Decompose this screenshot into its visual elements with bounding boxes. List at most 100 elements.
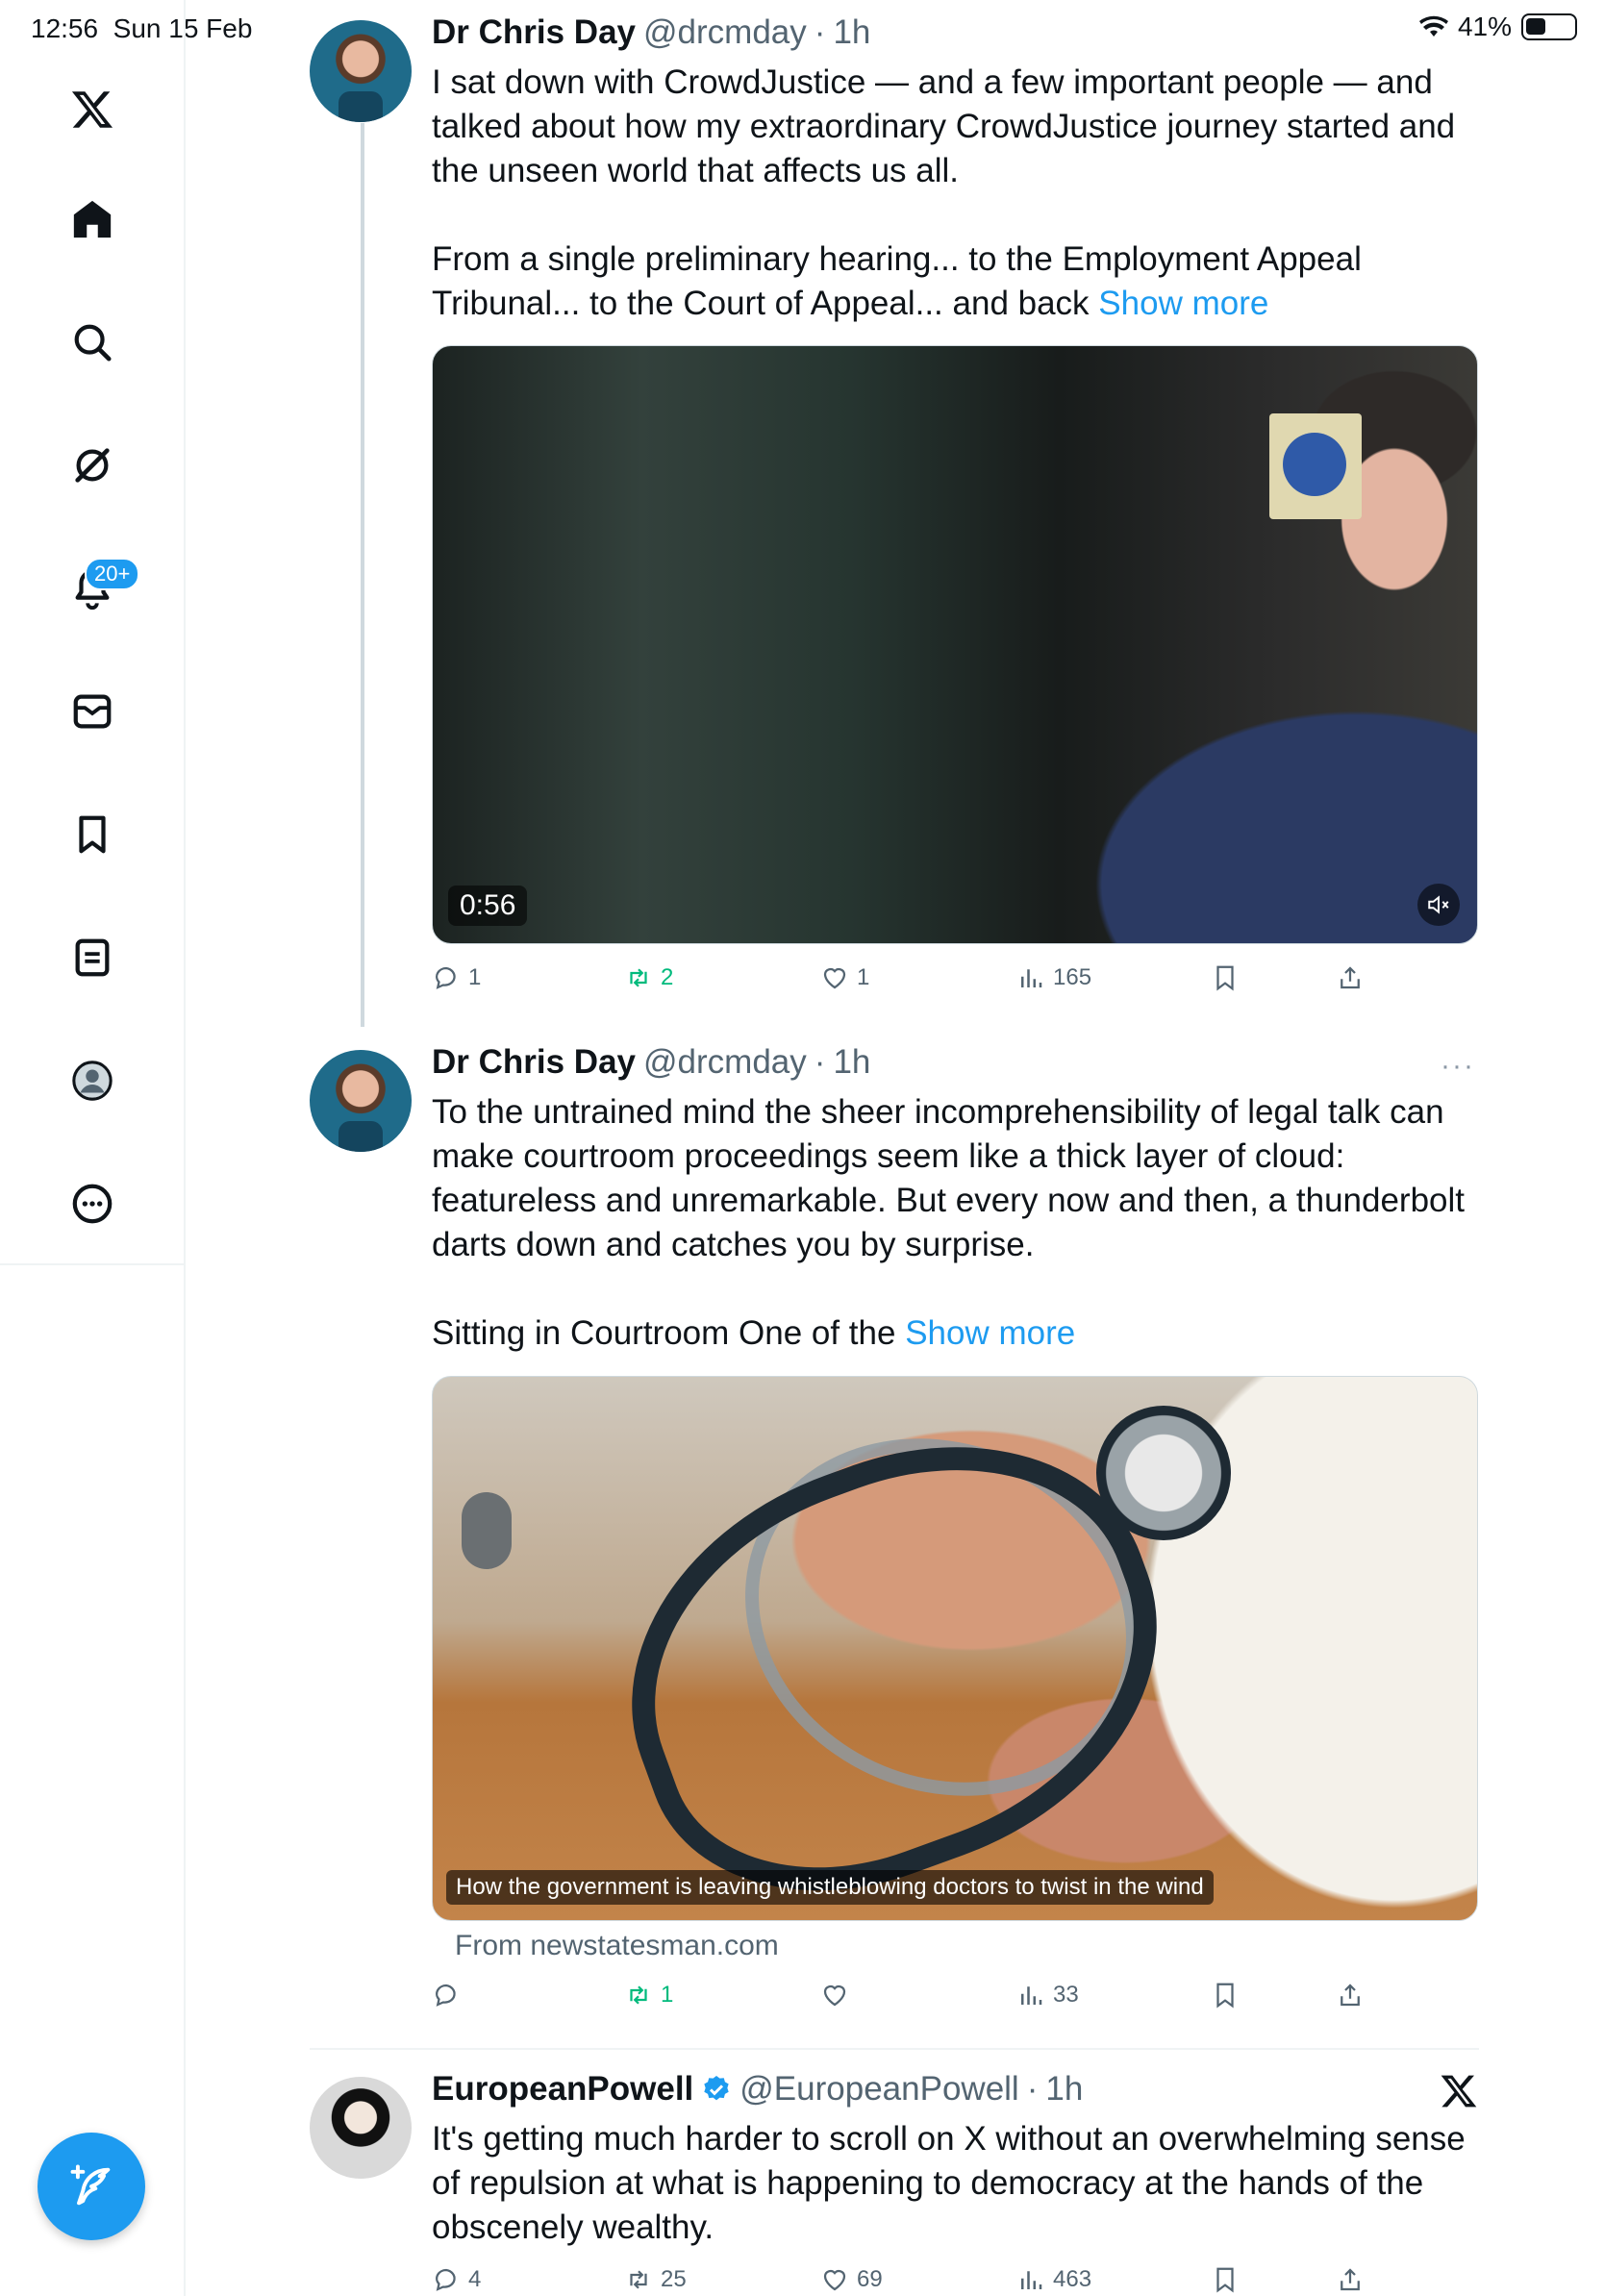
reply-icon <box>436 1984 456 2007</box>
tweet-time[interactable]: 1h <box>833 13 870 52</box>
repost-count: 2 <box>661 964 674 990</box>
views-button[interactable]: 165 <box>1016 963 1091 992</box>
repost-icon <box>630 2270 647 2289</box>
home-icon[interactable] <box>63 190 121 248</box>
text-line: talked about how my extraordinary CrowdJ… <box>432 108 1456 145</box>
separator: · <box>814 13 826 51</box>
author-name[interactable]: EuropeanPowell <box>432 2070 693 2109</box>
bookmark-button[interactable] <box>1211 963 1240 992</box>
video-frame-sign <box>1269 413 1362 519</box>
text-line: I sat down with CrowdJustice — and a few… <box>432 63 1433 101</box>
repost-count: 1 <box>661 1982 674 2008</box>
search-icon[interactable] <box>63 313 121 371</box>
more-icon[interactable] <box>63 1175 121 1233</box>
share-icon <box>1341 1984 1360 2007</box>
text-line: the unseen world that affects us all. <box>432 152 960 189</box>
views-button[interactable]: 33 <box>1016 1981 1079 2009</box>
link-card-title: How the government is leaving whistleblo… <box>446 1870 1214 1905</box>
reply-button[interactable] <box>432 1981 468 2009</box>
text-line: Tribunal... to the Court of Appeal... an… <box>432 285 1099 322</box>
text-line: featureless and unremarkable. But every … <box>432 1182 1466 1219</box>
bookmark-icon <box>1216 965 1234 991</box>
avatar-icon[interactable] <box>63 1052 121 1110</box>
x-logo-icon[interactable] <box>1440 2072 1478 2110</box>
avatar[interactable] <box>310 20 412 122</box>
text-line: It's getting much harder to scroll on X … <box>432 2120 1466 2158</box>
views-button[interactable]: 463 <box>1016 2265 1091 2294</box>
sidebar: 20+ <box>0 0 186 2296</box>
separator: · <box>1026 2070 1039 2108</box>
like-button[interactable] <box>820 1981 857 2009</box>
compose-feather-icon <box>70 2164 111 2206</box>
repost-icon <box>630 1985 647 2005</box>
repost-button[interactable]: 1 <box>624 1981 673 2009</box>
share-button[interactable] <box>1336 2265 1365 2294</box>
text-line: darts down and catches you by surprise. <box>432 1226 1035 1263</box>
tweet-actions: 1 33 <box>432 1981 1480 2019</box>
text-line: obscenely wealthy. <box>432 2209 714 2246</box>
views-icon <box>1021 969 1042 987</box>
mail-icon[interactable] <box>63 683 121 740</box>
heart-icon <box>823 1984 846 2007</box>
show-more-link[interactable]: Show more <box>905 1314 1075 1352</box>
author-handle[interactable]: @drcmday <box>643 1043 807 1082</box>
share-icon <box>1341 2268 1360 2291</box>
reply-icon <box>436 2268 456 2291</box>
like-button[interactable]: 69 <box>820 2265 883 2294</box>
bookmark-button[interactable] <box>1211 1981 1240 2009</box>
link-source[interactable]: From newstatesman.com <box>455 1930 779 1962</box>
repost-button[interactable]: 2 <box>624 963 673 992</box>
author-handle[interactable]: @drcmday <box>643 13 807 52</box>
photo-chestpiece <box>1096 1406 1231 1540</box>
tweet-divider <box>310 2048 1479 2050</box>
bookmark-icon <box>1216 2267 1234 2293</box>
grok-icon[interactable] <box>63 437 121 494</box>
share-button[interactable] <box>1336 963 1365 992</box>
share-button[interactable] <box>1336 1981 1365 2009</box>
like-button[interactable]: 1 <box>820 963 869 992</box>
video-player[interactable]: 0:56 <box>432 345 1478 944</box>
tweet-time[interactable]: 1h <box>1045 2070 1083 2109</box>
tweet-actions: 1 2 1 165 <box>432 963 1480 1002</box>
x-logo-icon[interactable] <box>63 81 121 138</box>
views-icon <box>1021 2271 1042 2289</box>
separator: · <box>814 1043 826 1081</box>
sidebar-divider <box>0 1263 186 1265</box>
reply-button[interactable]: 1 <box>432 963 481 992</box>
show-more-link[interactable]: Show more <box>1098 285 1268 322</box>
avatar[interactable] <box>310 2077 412 2179</box>
text-line: make courtroom proceedings seem like a t… <box>432 1137 1345 1175</box>
mute-button[interactable] <box>1417 884 1460 926</box>
tweet-time[interactable]: 1h <box>833 1043 870 1082</box>
muted-speaker-icon <box>1428 895 1449 914</box>
view-count: 165 <box>1053 964 1092 990</box>
compose-button[interactable] <box>38 2133 145 2240</box>
reply-button[interactable]: 4 <box>432 2265 481 2294</box>
notifications-badge: 20+ <box>85 558 140 590</box>
view-count: 463 <box>1053 2266 1092 2292</box>
text-line: of repulsion at what is happening to dem… <box>432 2164 1424 2202</box>
tweet-text: I sat down with CrowdJustice — and a few… <box>432 61 1480 326</box>
bookmark-button[interactable] <box>1211 2265 1240 2294</box>
verified-badge-icon <box>704 2076 729 2101</box>
bookmark-icon[interactable] <box>63 806 121 863</box>
list-icon[interactable] <box>63 929 121 986</box>
tweet-header: EuropeanPowell @EuropeanPowell · 1h <box>432 2070 1083 2109</box>
reply-icon <box>436 966 456 989</box>
reply-count: 1 <box>468 964 482 990</box>
more-options-button[interactable]: ··· <box>1441 1050 1475 1083</box>
heart-icon <box>823 967 846 989</box>
bookmark-icon <box>1216 1983 1234 2009</box>
repost-button[interactable]: 25 <box>624 2265 687 2294</box>
avatar[interactable] <box>310 1050 412 1152</box>
views-icon <box>1021 1986 1042 2005</box>
author-name[interactable]: Dr Chris Day <box>432 13 636 52</box>
battery-icon <box>1521 13 1577 40</box>
link-card-image[interactable]: How the government is leaving whistleblo… <box>432 1376 1478 1921</box>
author-name[interactable]: Dr Chris Day <box>432 1043 636 1082</box>
share-icon <box>1341 966 1360 989</box>
video-duration: 0:56 <box>448 886 528 926</box>
view-count: 33 <box>1053 1982 1079 2008</box>
author-handle[interactable]: @EuropeanPowell <box>739 2070 1018 2109</box>
battery-percent: 41% <box>1457 12 1512 41</box>
